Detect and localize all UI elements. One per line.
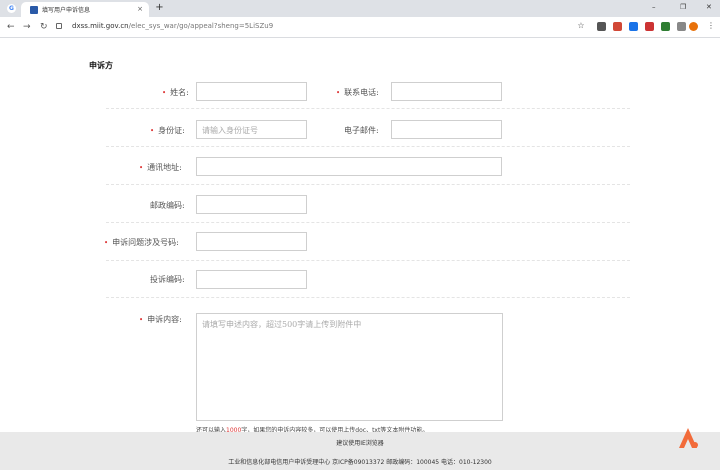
row-divider	[106, 184, 630, 185]
extension-pocket-icon[interactable]	[613, 22, 622, 31]
id-field[interactable]: 请输入身份证号	[196, 120, 307, 139]
bookmark-star-icon[interactable]: ☆	[576, 21, 586, 31]
required-mark: •	[139, 164, 144, 172]
content-label: • 申诉内容:	[139, 315, 182, 324]
site-favicon-icon	[30, 5, 38, 14]
tab-strip: G 填写用户申诉信息 × + – ❐ ✕	[0, 0, 720, 17]
footer-copyright: 工业和信息化部电信用户申诉受理中心 京ICP备09013372 邮政编码：100…	[228, 459, 492, 466]
extension-green-icon[interactable]	[661, 22, 670, 31]
appeal-page: 申诉方 • 姓名: • 联系电话: • 身份证: 请输入身份证号 电子邮件: • 通讯地…	[0, 38, 720, 470]
address-bar[interactable]: dxss.miit.gov.cn/elec_sys_war/go/appeal?…	[56, 20, 576, 35]
row-divider	[106, 108, 630, 109]
tab-title: 填写用户申诉信息	[42, 7, 91, 14]
content-textarea[interactable]: 请填写申述内容，超过500字请上传到附件中	[196, 313, 503, 421]
url-text: dxss.miit.gov.cn/elec_sys_war/go/appeal?…	[72, 22, 274, 30]
address-field[interactable]	[196, 157, 502, 176]
maximize-icon[interactable]: ❐	[680, 3, 686, 11]
id-label: • 身份证:	[150, 126, 185, 135]
new-tab-button[interactable]: +	[154, 3, 165, 14]
minimize-icon[interactable]: –	[652, 3, 656, 11]
section-title: 申诉方	[89, 61, 113, 70]
name-field[interactable]	[196, 82, 307, 101]
required-mark: •	[336, 89, 341, 97]
complaint-code-field[interactable]	[196, 270, 307, 289]
postcode-field[interactable]	[196, 195, 307, 214]
tab-close-icon[interactable]: ×	[137, 5, 143, 13]
extension-profile-icon[interactable]	[597, 22, 606, 31]
lock-icon	[56, 23, 62, 29]
page-footer: 建议使用IE浏览器 工业和信息化部电信用户申诉受理中心 京ICP备0901337…	[0, 432, 720, 470]
required-mark: •	[150, 127, 155, 135]
extension-red-icon[interactable]	[645, 22, 654, 31]
row-divider	[106, 146, 630, 147]
google-icon[interactable]: G	[7, 4, 16, 13]
phone-label: • 联系电话:	[336, 88, 379, 97]
row-divider	[106, 260, 630, 261]
back-icon[interactable]: ←	[7, 22, 15, 32]
browser-toolbar: ← → ↻ dxss.miit.gov.cn/elec_sys_war/go/a…	[0, 17, 720, 38]
phone-field[interactable]	[391, 82, 502, 101]
browser-menu-icon[interactable]: ⋮	[706, 21, 716, 31]
complaint-code-label: 投诉编码:	[150, 275, 185, 284]
reload-icon[interactable]: ↻	[40, 22, 48, 32]
required-mark: •	[104, 239, 109, 247]
email-label: 电子邮件:	[344, 126, 379, 135]
browser-tab[interactable]: 填写用户申诉信息 ×	[21, 2, 149, 17]
extension-download-icon[interactable]	[629, 22, 638, 31]
problem-number-field[interactable]	[196, 232, 307, 251]
window-close-icon[interactable]: ✕	[706, 3, 712, 11]
row-divider	[106, 297, 630, 298]
name-label: • 姓名:	[162, 88, 189, 97]
row-divider	[106, 222, 630, 223]
profile-avatar-icon[interactable]	[689, 22, 698, 31]
forward-icon[interactable]: →	[23, 22, 31, 32]
email-field[interactable]	[391, 120, 502, 139]
browser-recommendation: 建议使用IE浏览器	[336, 440, 384, 447]
postcode-label: 邮政编码:	[150, 201, 185, 210]
brand-logo-icon	[679, 428, 698, 448]
problem-number-label: • 申诉问题涉及号码:	[104, 238, 179, 247]
extension-cloud-icon[interactable]	[677, 22, 686, 31]
required-mark: •	[162, 89, 167, 97]
required-mark: •	[139, 316, 144, 324]
address-label: • 通讯地址:	[139, 163, 182, 172]
